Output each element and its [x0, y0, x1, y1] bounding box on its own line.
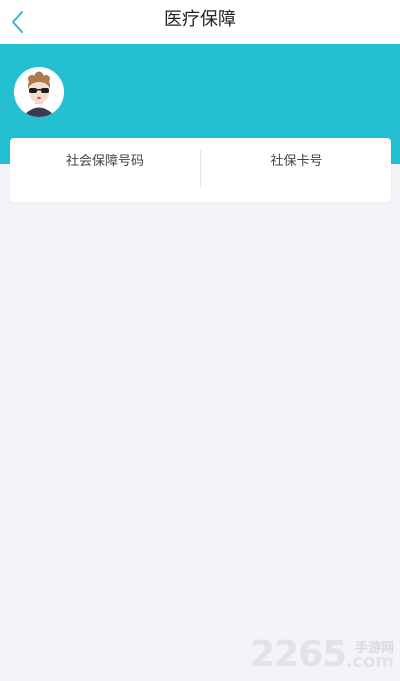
social-security-number-label: 社会保障号码: [65, 154, 144, 169]
avatar[interactable]: [14, 67, 64, 117]
page-title: 医疗保障: [164, 9, 236, 30]
card-divider: [200, 150, 201, 188]
watermark: 2265 手游网 .com: [250, 635, 400, 675]
social-security-number-cell[interactable]: 社会保障号码: [10, 138, 200, 202]
social-security-card: 社会保障号码 社保卡号: [10, 138, 391, 202]
watermark-domain: .com: [345, 651, 394, 672]
social-security-card-cell[interactable]: 社保卡号: [202, 138, 391, 202]
user-avatar-icon: [14, 67, 64, 117]
navigation-bar: 医疗保障: [0, 0, 400, 44]
watermark-number: 2265: [250, 634, 347, 675]
social-security-card-label: 社保卡号: [270, 154, 323, 169]
